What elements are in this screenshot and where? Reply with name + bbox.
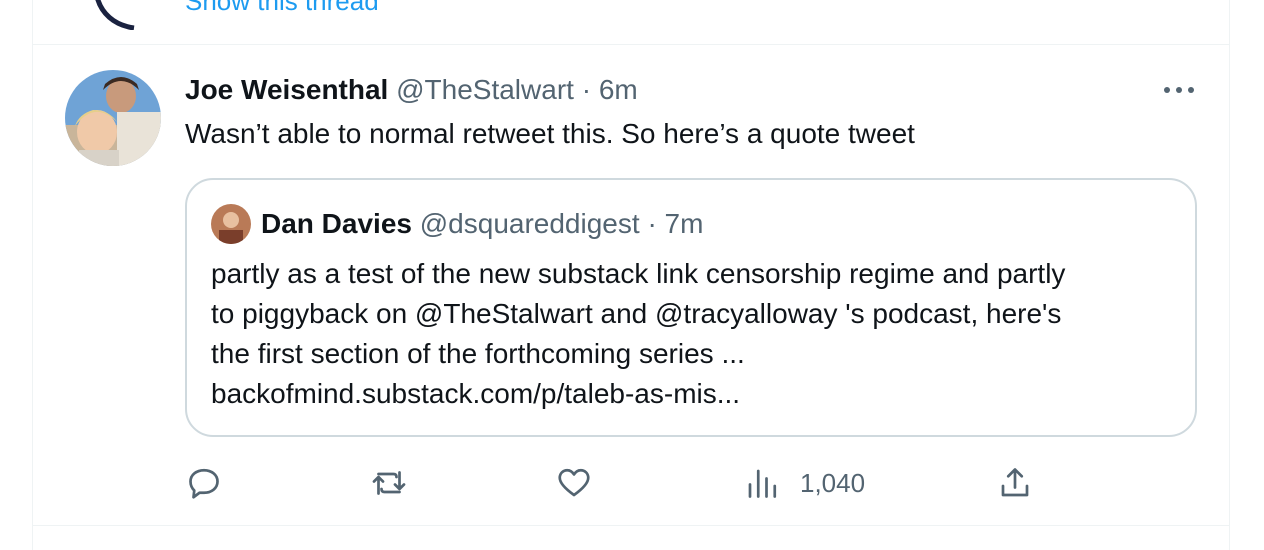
divider-top bbox=[33, 44, 1229, 45]
quoted-header: Dan Davies @dsquareddigest · 7m bbox=[261, 206, 703, 242]
quoted-text: partly as a test of the new substack lin… bbox=[211, 254, 1171, 414]
quoted-timestamp: 7m bbox=[664, 208, 704, 239]
views-count: 1,040 bbox=[800, 467, 866, 498]
quoted-text-line: partly as a test of the new substack lin… bbox=[211, 258, 1066, 289]
views-chart-icon bbox=[748, 469, 777, 498]
reply-icon bbox=[189, 468, 219, 499]
reply-button[interactable] bbox=[186, 458, 222, 508]
heart-icon bbox=[558, 468, 590, 497]
author-name[interactable]: Joe Weisenthal bbox=[185, 74, 388, 105]
more-options-icon[interactable] bbox=[1161, 82, 1197, 98]
retweet-button[interactable] bbox=[371, 458, 407, 508]
author-handle[interactable]: @TheStalwart bbox=[396, 74, 574, 105]
previous-avatar[interactable] bbox=[84, 0, 150, 30]
share-button[interactable] bbox=[997, 458, 1033, 508]
like-button[interactable] bbox=[556, 458, 592, 508]
retweet-icon bbox=[372, 471, 406, 495]
show-thread-link[interactable]: Show this thread bbox=[185, 0, 379, 16]
share-icon bbox=[1001, 468, 1029, 497]
timestamp[interactable]: 6m bbox=[599, 74, 638, 105]
tweet-header: Joe Weisenthal @TheStalwart · 6m bbox=[185, 72, 638, 108]
views-button[interactable]: 1,040 bbox=[744, 458, 865, 508]
separator: · bbox=[581, 74, 592, 105]
quoted-avatar bbox=[211, 204, 251, 244]
quoted-author-handle: @dsquareddigest bbox=[419, 208, 640, 239]
tweet-text: Wasn’t able to normal retweet this. So h… bbox=[185, 118, 915, 149]
quoted-tweet-card[interactable]: Dan Davies @dsquareddigest · 7m partly a… bbox=[185, 178, 1197, 437]
avatar[interactable] bbox=[65, 70, 161, 166]
quoted-text-line: the first section of the forthcoming ser… bbox=[211, 338, 745, 369]
action-bar: 1,040 bbox=[0, 458, 1264, 508]
quoted-text-line: to piggyback on @TheStalwart and @tracya… bbox=[211, 298, 1062, 329]
quoted-link[interactable]: backofmind.substack.com/p/taleb-as-mis..… bbox=[211, 374, 1171, 414]
divider-bottom bbox=[33, 525, 1229, 526]
quoted-author-name: Dan Davies bbox=[261, 208, 412, 239]
quoted-separator: · bbox=[647, 208, 657, 239]
